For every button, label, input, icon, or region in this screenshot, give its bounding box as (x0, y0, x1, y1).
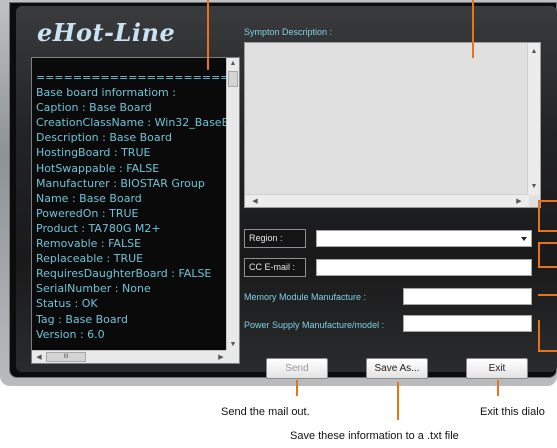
callout-line-save (397, 382, 399, 420)
callout-line-send (296, 380, 298, 396)
system-info-list[interactable]: ========================= Base board info… (31, 57, 240, 364)
scroll-left-icon[interactable]: ◀ (35, 353, 43, 361)
power-supply-label: Power Supply Manufacture/model : (244, 320, 385, 330)
callout-line-email (538, 266, 557, 268)
symptom-description-label: Sympton Description : (244, 27, 333, 37)
info-line: HotSwappable : FALSE (36, 161, 160, 175)
exit-caption: Exit this dialo (480, 406, 545, 418)
scroll-up-icon[interactable]: ▲ (528, 48, 540, 55)
info-line: Version : 6.0 (36, 327, 105, 341)
info-scroll-thumb[interactable] (228, 71, 238, 87)
description-horizontal-scrollbar[interactable]: ◀ ▶ (245, 194, 529, 207)
info-line: Base board informatiom : (36, 86, 176, 100)
info-line: PoweredOn : TRUE (36, 206, 139, 220)
callout-line-power-h (538, 350, 557, 352)
callout-line-info (207, 0, 209, 70)
info-line: Tag : Base Board (36, 312, 128, 326)
info-line: SerialNumber : None (36, 282, 151, 296)
info-line: Removable : FALSE (36, 237, 142, 251)
save-as-button[interactable]: Save As... (366, 358, 428, 379)
app-logo-title: eHot-Line (37, 18, 176, 47)
scroll-left-icon[interactable]: ◀ (251, 197, 259, 205)
region-label: Region : (244, 229, 306, 248)
cc-email-field[interactable] (316, 259, 532, 276)
memory-manufacture-label: Memory Module Manufacture : (244, 292, 367, 302)
scroll-up-icon[interactable]: ▲ (227, 60, 239, 67)
send-button[interactable]: Send (266, 358, 328, 379)
info-line: ========================= (36, 71, 226, 84)
info-line: HostingBoard : TRUE (36, 146, 151, 160)
description-vertical-scrollbar[interactable]: ▲ ▼ (527, 43, 540, 195)
info-line: Description : Base Board (36, 131, 172, 145)
callout-line-exit (497, 380, 499, 396)
scroll-corner (226, 350, 239, 363)
save-caption: Save these information to a .txt file (290, 430, 459, 442)
scroll-right-icon[interactable]: ▶ (217, 353, 225, 361)
callout-line-memory (538, 294, 557, 296)
system-info-text: ========================= Base board info… (36, 70, 226, 350)
info-hscroll-thumb[interactable]: III (46, 352, 86, 362)
info-line: Manufacturer : BIOSTAR Group (36, 176, 205, 190)
chevron-down-icon[interactable] (521, 237, 527, 241)
info-line: Name : Base Board (36, 191, 142, 205)
callout-line-region (538, 230, 557, 232)
callout-line-email-v (538, 242, 540, 268)
info-line: Caption : Base Board (36, 101, 152, 115)
callout-line-power-v (538, 320, 540, 352)
region-dropdown[interactable] (316, 230, 532, 247)
exit-button[interactable]: Exit (466, 358, 528, 379)
info-line: RequiresDaughterBoard : FALSE (36, 267, 212, 281)
scroll-right-icon[interactable]: ▶ (515, 197, 523, 205)
symptom-description-textarea[interactable]: ▲ ▼ ◀ ▶ (244, 42, 541, 208)
info-line: Status : OK (36, 297, 98, 311)
scroll-down-icon[interactable]: ▼ (227, 341, 239, 348)
cc-email-label: CC E-mail : (244, 258, 306, 277)
callout-line-region-h (538, 200, 557, 202)
info-line: CreationClassName : Win32_BaseB (36, 116, 226, 130)
callout-line-description (472, 0, 474, 58)
callout-line-region-v (538, 200, 540, 232)
info-vertical-scrollbar[interactable]: ▲ ▼ (226, 58, 239, 350)
callout-line-email-h (538, 242, 557, 244)
info-horizontal-scrollbar[interactable]: ◀ III ▶ (32, 350, 228, 363)
info-line: Product : TA780G M2+ (36, 221, 161, 235)
send-caption: Send the mail out. (221, 406, 310, 418)
scroll-down-icon[interactable]: ▼ (528, 183, 540, 190)
info-line: Replaceable : TRUE (36, 252, 144, 266)
power-supply-field[interactable] (403, 315, 532, 332)
memory-manufacture-field[interactable] (403, 288, 532, 305)
